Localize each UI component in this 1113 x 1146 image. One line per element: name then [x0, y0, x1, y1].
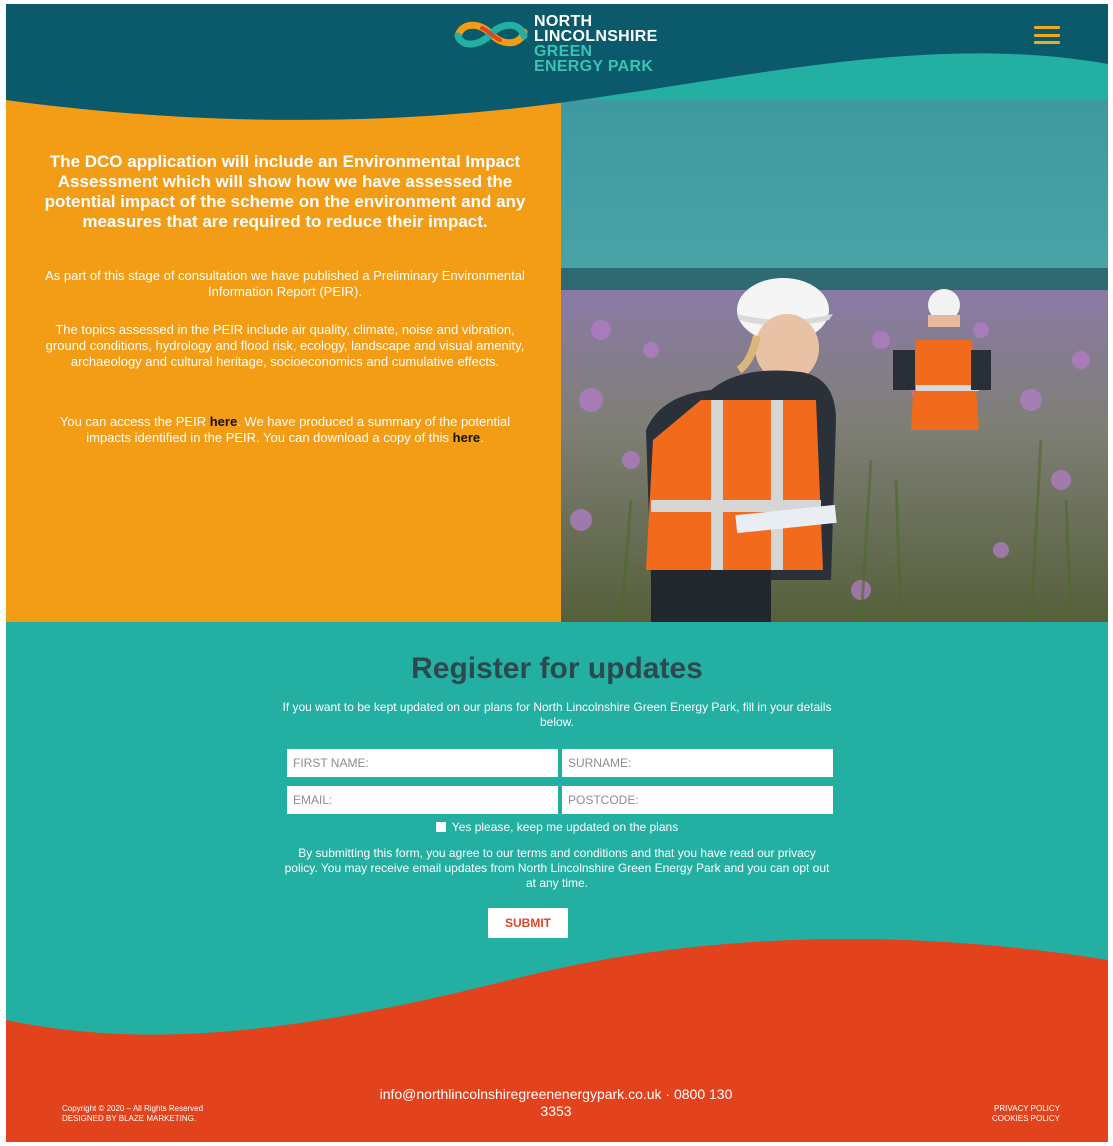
register-title: Register for updates [411, 652, 703, 685]
field-workers-photo [561, 100, 1108, 622]
register-subtitle: If you want to be kept updated on our pl… [282, 700, 832, 729]
register-section: Register for updates If you want to be k… [6, 622, 1108, 952]
intro-panel: The DCO application will include an Envi… [6, 100, 561, 622]
hamburger-bar [1034, 41, 1060, 44]
terms-notice: By submitting this form, you agree to ou… [284, 846, 830, 890]
summary-here-link[interactable]: here [453, 430, 480, 445]
contact-email-phone[interactable]: info@northlincolnshiregreenenergypark.co… [346, 1086, 766, 1103]
intro-heading: The DCO application will include an Envi… [44, 152, 526, 231]
surname-input[interactable] [562, 749, 833, 777]
logo-line-energy-park: ENERGY PARK [534, 58, 654, 75]
updates-consent-label: Yes please, keep me updated on the plans [451, 820, 679, 834]
footer-contact: info@northlincolnshiregreenenergypark.co… [346, 1086, 766, 1120]
first-name-input[interactable] [287, 749, 558, 777]
page-frame: NORTH LINCOLNSHIRE GREEN ENERGY PARK The… [6, 4, 1108, 1142]
hero-photo [561, 100, 1108, 622]
designer-credit[interactable]: DESIGNED BY BLAZE MARKETING. [62, 1114, 203, 1124]
updates-consent-checkbox[interactable] [435, 822, 446, 832]
hamburger-bar [1034, 26, 1060, 29]
logo-infinity-icon [454, 21, 528, 48]
footer-credits: Copyright © 2020 – All Rights Reserved D… [62, 1104, 203, 1124]
access-text-c: . [480, 430, 484, 445]
copyright-text: Copyright © 2020 – All Rights Reserved [62, 1104, 204, 1113]
postcode-input[interactable] [562, 786, 833, 814]
access-text-a: You can access the PEIR [59, 414, 210, 429]
site-footer: Copyright © 2020 – All Rights Reserved D… [6, 904, 1108, 1142]
peir-here-link[interactable]: here [210, 414, 237, 429]
logo-line-north: NORTH [534, 13, 593, 30]
cookies-policy-link[interactable]: COOKIES POLICY [946, 1114, 1060, 1124]
logo-wordmark: NORTH LINCOLNSHIRE GREEN ENERGY PARK [534, 13, 658, 75]
footer-policy-links: PRIVACY POLICY COOKIES POLICY [946, 1104, 1060, 1124]
logo-line-green: GREEN [534, 43, 593, 60]
intro-paragraph-peir: As part of this stage of consultation we… [45, 268, 525, 299]
logo-line-lincolnshire: LINCOLNSHIRE [534, 28, 658, 45]
contact-phone-continued[interactable]: 3353 [346, 1103, 766, 1120]
intro-paragraph-topics: The topics assessed in the PEIR include … [45, 322, 525, 369]
hamburger-menu-icon[interactable] [1034, 26, 1060, 44]
site-logo[interactable]: NORTH LINCOLNSHIRE GREEN ENERGY PARK [452, 13, 658, 75]
intro-paragraph-access: You can access the PEIR here. We have pr… [36, 414, 534, 446]
privacy-policy-link[interactable]: PRIVACY POLICY [946, 1104, 1060, 1114]
updates-consent-row: Yes please, keep me updated on the plans [6, 820, 1108, 834]
email-input[interactable] [287, 786, 558, 814]
site-header: NORTH LINCOLNSHIRE GREEN ENERGY PARK [6, 4, 1108, 144]
hamburger-bar [1034, 33, 1060, 37]
